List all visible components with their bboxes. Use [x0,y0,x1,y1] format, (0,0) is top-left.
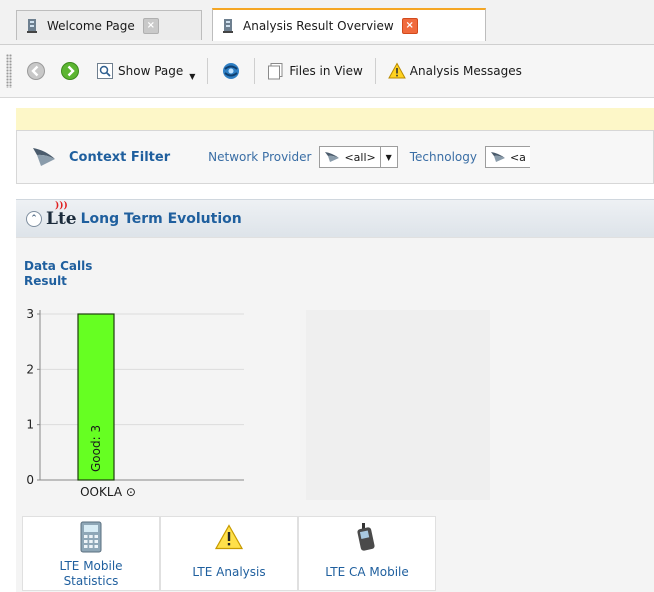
forward-button[interactable] [56,57,84,85]
magnifier-page-icon [97,63,113,79]
tile-label: LTE CA Mobile [325,565,409,580]
y-tick-label: 0 [26,473,34,487]
back-button[interactable] [22,57,50,85]
context-filter-title: Context Filter [69,149,171,165]
funnel-icon [490,152,505,162]
funnel-icon [33,148,55,166]
tab-analysis-result-overview[interactable]: Analysis Result Overview × [212,8,486,41]
chart-title-line2: Result [24,274,67,288]
funnel-icon [325,152,340,162]
toolbar-separator [254,58,256,84]
context-filter-bar: Context Filter Network Provider <all> ▼ … [16,130,654,184]
mobile-phone-icon [357,523,375,551]
tab-strip: Welcome Page × Analysis Result Overview … [0,0,654,45]
documents-icon [268,63,283,80]
tile-label-line1: LTE CA Mobile [325,565,409,579]
files-in-view-button[interactable]: Files in View [263,57,366,85]
signal-wave-icon: ))) [55,201,68,211]
tile-label-line1: LTE Mobile [59,559,123,573]
message-bar [16,108,654,130]
close-icon[interactable]: × [401,17,418,34]
files-in-view-label: Files in View [289,64,363,78]
network-provider-select[interactable]: <all> ▼ [319,146,398,168]
analysis-messages-label: Analysis Messages [409,64,522,78]
warning-icon [387,62,406,79]
lte-panel-header: ⌃ ))) Lte Long Term Evolution [16,199,654,238]
network-provider-label: Network Provider [208,150,312,164]
globe-refresh-icon [223,63,240,79]
sync-button[interactable] [216,57,246,85]
tab-label: Analysis Result Overview [243,18,394,33]
tile-lte-analysis[interactable]: LTE Analysis [160,516,298,591]
y-tick-label: 1 [26,418,34,432]
chart-title-line1: Data Calls [24,259,93,273]
tile-label: LTE Analysis [192,565,265,580]
technology-value-wrap: <a [486,150,530,164]
tile-lte-mobile-statistics[interactable]: LTE Mobile Statistics [22,516,160,591]
network-provider-value-wrap: <all> [320,150,379,164]
dropdown-arrow-icon[interactable]: ▼ [189,72,195,81]
technology-label: Technology [409,150,477,164]
tile-label-line1: LTE Analysis [192,565,266,579]
show-page-button[interactable]: Show Page ▼ [92,57,199,85]
lte-logo: ))) Lte [46,201,77,229]
tower-icon [27,18,37,33]
network-provider-value: <all> [344,150,376,164]
chevron-down-icon[interactable]: ▼ [379,147,397,167]
tower-icon [223,18,233,33]
forward-arrow-icon [61,62,79,80]
tab-welcome-page[interactable]: Welcome Page × [16,10,202,40]
tile-label-line2: Statistics [63,574,119,588]
bar-data-label: Good: 3 [89,425,103,472]
tile-lte-ca-mobile[interactable]: LTE CA Mobile [298,516,436,591]
close-icon[interactable]: × [142,17,159,34]
chart-title: Data Calls Result [24,259,92,289]
analysis-messages-button[interactable]: Analysis Messages [384,57,526,85]
toolbar-separator [374,58,376,84]
plot-area [40,298,244,494]
collapse-icon[interactable]: ⌃ [26,211,42,227]
y-tick-label: 3 [26,307,34,321]
lte-logo-text: Lte [46,209,77,229]
show-page-label: Show Page [118,64,184,78]
data-calls-result-chart: 0 1 2 3 Good: 3 OOKLA ⊙ [26,298,244,499]
toolbar-separator [207,58,209,84]
back-arrow-icon [27,62,45,80]
y-tick-label: 2 [26,362,34,376]
toolbar-grip[interactable] [6,54,12,88]
x-category-label: OOKLA ⊙ [80,485,136,499]
panel-title: Long Term Evolution [80,211,242,227]
technology-value: <a [509,150,526,164]
chart-side-panel [306,310,490,500]
tile-label: LTE Mobile Statistics [59,559,122,589]
calculator-icon [80,521,102,553]
toolbar: Show Page ▼ Files in View Analysis Messa… [0,45,654,98]
technology-select[interactable]: <a [484,146,530,168]
tab-label: Welcome Page [47,18,135,33]
warning-icon [215,524,243,550]
